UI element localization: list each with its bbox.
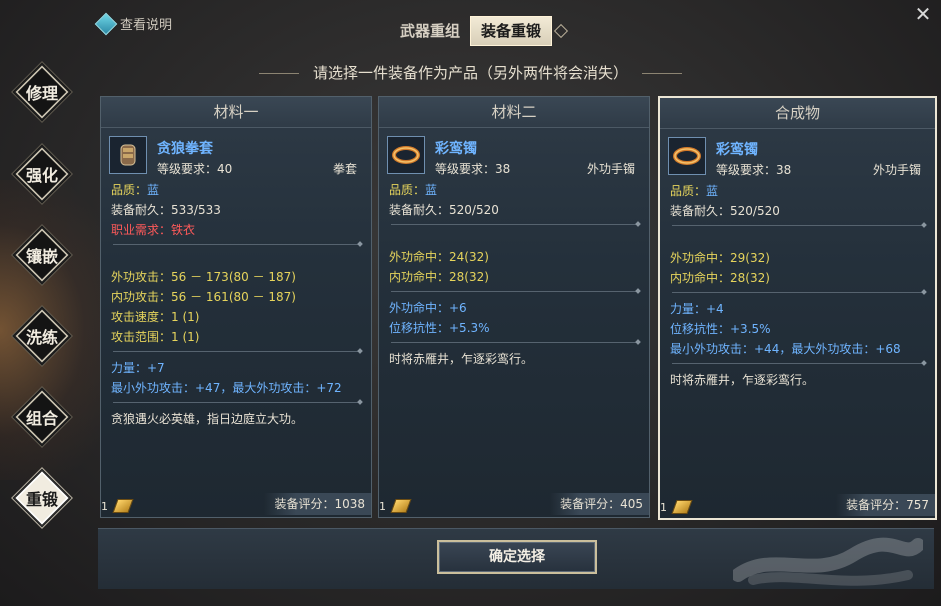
divider xyxy=(672,225,923,226)
panel-title: 材料二 xyxy=(379,97,649,128)
item-header: 彩鸾镯 等级要求：38 外功手镯 xyxy=(387,136,641,180)
result-panel[interactable]: 合成物 彩鸾镯 等级要求：38 外功手镯 品质：蓝 装备耐久：520/520 外… xyxy=(658,96,937,520)
divider xyxy=(113,351,359,352)
tab-equip-reforge[interactable]: 装备重锻 xyxy=(470,16,553,46)
sidebar-item-combine[interactable]: 组合 xyxy=(15,390,69,444)
item-name: 贪狼拳套 xyxy=(157,141,213,157)
stat-ext-hit: 外功命中：+6 xyxy=(389,301,467,315)
item-count: 1 xyxy=(101,500,108,513)
panel-footer: 1 装备评分：757 xyxy=(660,492,935,518)
divider xyxy=(391,291,637,292)
level-requirement: 等级要求：40 xyxy=(157,162,233,176)
panel-title: 材料一 xyxy=(101,97,371,128)
level-requirement: 等级要求：38 xyxy=(716,163,792,177)
game-logo xyxy=(733,537,923,586)
divider xyxy=(672,292,923,293)
divider xyxy=(113,244,359,245)
equipment-score: 装备评分：405 xyxy=(550,493,649,515)
material-one-panel[interactable]: 材料一 贪狼拳套 等级要求：40 拳套 品质：蓝 装备耐久：533/533 职业… xyxy=(100,96,372,518)
item-header: 贪狼拳套 等级要求：40 拳套 xyxy=(109,136,363,180)
external-hit: 外功命中：29(32) xyxy=(670,251,770,265)
external-hit: 外功命中：24(32) xyxy=(389,250,489,264)
flavor-text: 时将赤雁井，乍逐彩鸾行。 xyxy=(670,373,815,387)
bracelet-icon[interactable] xyxy=(387,136,425,174)
item-type: 外功手镯 xyxy=(872,163,921,177)
class-requirement: 职业需求：铁衣 xyxy=(111,223,196,237)
material-two-panel[interactable]: 材料二 彩鸾镯 等级要求：38 外功手镯 品质：蓝 装备耐久：520/520 外… xyxy=(378,96,650,518)
divider-left xyxy=(258,73,299,74)
durability: 装备耐久：533/533 xyxy=(111,203,221,217)
panel-footer: 1 装备评分：1038 xyxy=(101,491,371,517)
item-type: 外功手镯 xyxy=(586,162,635,176)
equipment-score: 装备评分：757 xyxy=(836,494,935,516)
flavor-text: 贪狼遇火必英雄，指日边庭立大功。 xyxy=(111,412,304,426)
attack-range: 攻击范围：1 (1) xyxy=(111,330,200,344)
tab-diamond-icon xyxy=(553,23,569,39)
sidebar-item-repair[interactable]: 修理 xyxy=(15,65,69,119)
quality-line: 品质：蓝 xyxy=(670,184,719,198)
item-name: 彩鸾镯 xyxy=(716,142,758,158)
ticket-icon xyxy=(390,499,412,513)
tab-bar: 武器重组 装备重锻 xyxy=(390,16,570,46)
stat-ext-attack: 最小外功攻击：+44，最大外功攻击：+68 xyxy=(670,342,901,356)
divider-right xyxy=(642,73,682,74)
stat-strength: 力量：+7 xyxy=(111,361,165,375)
stat-strength: 力量：+4 xyxy=(670,302,724,316)
divider xyxy=(113,402,359,403)
stat-displacement-resist: 位移抗性：+5.3% xyxy=(389,321,490,335)
item-count: 1 xyxy=(379,500,386,513)
stat-displacement-resist: 位移抗性：+3.5% xyxy=(670,322,771,336)
item-type: 拳套 xyxy=(332,162,357,176)
sidebar-item-refine[interactable]: 洗练 xyxy=(15,309,69,363)
external-attack: 外功攻击：56 － 173(80 － 187) xyxy=(111,270,296,284)
panel-footer: 1 装备评分：405 xyxy=(379,491,649,517)
item-count: 1 xyxy=(660,501,667,514)
tab-weapon-reforge[interactable]: 武器重组 xyxy=(390,17,470,45)
ticket-icon xyxy=(671,500,693,514)
divider xyxy=(672,363,923,364)
confirm-button[interactable]: 确定选择 xyxy=(437,540,597,574)
equipment-score: 装备评分：1038 xyxy=(264,493,371,515)
ticket-icon xyxy=(112,499,134,513)
close-icon[interactable]: ✕ xyxy=(911,2,935,26)
durability: 装备耐久：520/520 xyxy=(670,204,780,218)
quality-line: 品质：蓝 xyxy=(389,183,438,197)
sidebar-item-inlay[interactable]: 镶嵌 xyxy=(15,228,69,282)
instruction-label: 请选择一件装备作为产品（另外两件将会消失） xyxy=(312,64,628,82)
attack-speed: 攻击速度：1 (1) xyxy=(111,310,200,324)
internal-attack: 内功攻击：56 － 161(80 － 187) xyxy=(111,290,296,304)
flavor-text: 时将赤雁井，乍逐彩鸾行。 xyxy=(389,352,534,366)
help-link[interactable]: 查看说明 xyxy=(94,12,173,35)
divider xyxy=(391,342,637,343)
level-requirement: 等级要求：38 xyxy=(435,162,511,176)
divider xyxy=(391,224,637,225)
sidebar-item-reforge[interactable]: 重锻 xyxy=(15,471,69,525)
durability: 装备耐久：520/520 xyxy=(389,203,499,217)
help-icon xyxy=(94,12,118,35)
sidebar-item-enhance[interactable]: 强化 xyxy=(15,147,69,201)
panel-title: 合成物 xyxy=(660,98,935,129)
help-label: 查看说明 xyxy=(120,18,173,33)
instruction-text: 请选择一件装备作为产品（另外两件将会消失） xyxy=(0,62,941,83)
quality-line: 品质：蓝 xyxy=(111,183,160,197)
internal-hit: 内功命中：28(32) xyxy=(670,271,770,285)
stat-ext-attack: 最小外功攻击：+47，最大外功攻击：+72 xyxy=(111,381,342,395)
item-header: 彩鸾镯 等级要求：38 外功手镯 xyxy=(668,137,927,181)
internal-hit: 内功命中：28(32) xyxy=(389,270,489,284)
gauntlet-icon[interactable] xyxy=(109,136,147,174)
bracelet-icon[interactable] xyxy=(668,137,706,175)
item-name: 彩鸾镯 xyxy=(435,141,477,157)
